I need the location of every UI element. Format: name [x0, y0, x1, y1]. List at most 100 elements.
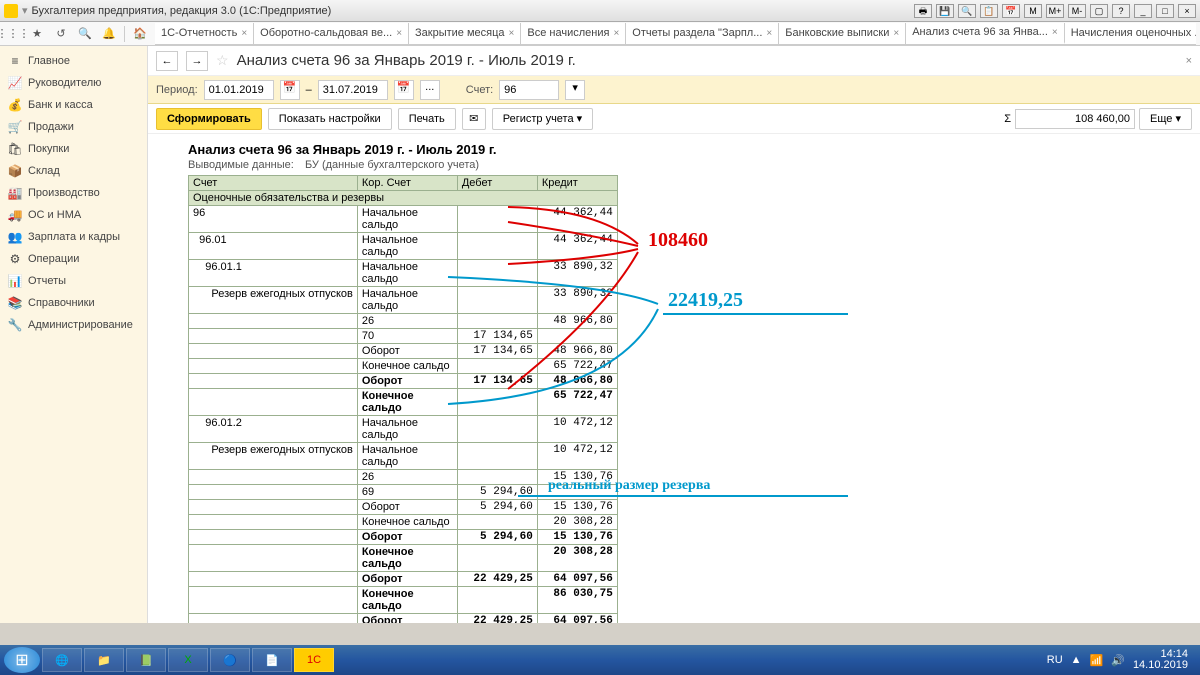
start-button[interactable]: ⊞: [4, 647, 40, 673]
tab-close-icon[interactable]: ×: [1052, 27, 1058, 38]
account-input[interactable]: [499, 80, 559, 100]
taskbar-ie-icon[interactable]: 🌐: [42, 648, 82, 672]
calendar-to-icon[interactable]: 📅: [394, 80, 414, 100]
tab-5[interactable]: Банковские выписки×: [779, 23, 906, 44]
table-row[interactable]: Резерв ежегодных отпусковНачальное сальд…: [189, 287, 618, 314]
email-button[interactable]: ✉: [462, 108, 486, 130]
table-row[interactable]: Конечное сальдо86 030,75: [189, 587, 618, 614]
close-page-icon[interactable]: ×: [1186, 55, 1192, 67]
favorite-icon[interactable]: ☆: [216, 52, 229, 69]
system-tray[interactable]: RU ▲ 📶 🔊 14:14 14.10.2019: [1047, 649, 1196, 671]
table-row[interactable]: 96.01.1Начальное сальдо33 890,32: [189, 260, 618, 287]
sidebar-item-6[interactable]: 🏭Производство: [0, 182, 147, 204]
table-row[interactable]: 2648 966,80: [189, 314, 618, 329]
taskbar-app-icon[interactable]: 📗: [126, 648, 166, 672]
m-minus-icon[interactable]: M-: [1068, 4, 1086, 18]
forward-button[interactable]: →: [186, 51, 208, 71]
print-icon[interactable]: 🖶: [914, 4, 932, 18]
m-icon[interactable]: M: [1024, 4, 1042, 18]
period-select-button[interactable]: ...: [420, 80, 440, 100]
table-row[interactable]: Оборот22 429,2564 097,56: [189, 572, 618, 587]
taskbar-app2-icon[interactable]: 📄: [252, 648, 292, 672]
home-icon[interactable]: 🏠: [131, 25, 149, 43]
table-row[interactable]: 695 294,60: [189, 485, 618, 500]
form-button[interactable]: Сформировать: [156, 108, 262, 130]
windows-taskbar[interactable]: ⊞ 🌐 📁 📗 X 🔵 📄 1C RU ▲ 📶 🔊 14:14 14.10.20…: [0, 645, 1200, 675]
sidebar-item-3[interactable]: 🛒Продажи: [0, 116, 147, 138]
table-row[interactable]: Оборот5 294,6015 130,76: [189, 530, 618, 545]
sidebar-item-12[interactable]: 🔧Администрирование: [0, 314, 147, 336]
tab-4[interactable]: Отчеты раздела "Зарпл...×: [626, 23, 779, 44]
history-icon[interactable]: ↺: [52, 25, 70, 43]
table-row[interactable]: Конечное сальдо65 722,47: [189, 359, 618, 374]
clock-date[interactable]: 14.10.2019: [1133, 660, 1188, 671]
table-row[interactable]: Конечное сальдо20 308,28: [189, 515, 618, 530]
close-icon[interactable]: ×: [1178, 4, 1196, 18]
table-row[interactable]: Оборот22 429,2564 097,56: [189, 614, 618, 624]
tab-7[interactable]: Начисления оценочных ...×: [1065, 23, 1196, 44]
search-icon[interactable]: 🔍: [76, 25, 94, 43]
settings-button[interactable]: Показать настройки: [268, 108, 392, 130]
minimize-icon[interactable]: _: [1134, 4, 1152, 18]
account-dropdown-icon[interactable]: ▾: [565, 80, 585, 100]
sidebar-item-8[interactable]: 👥Зарплата и кадры: [0, 226, 147, 248]
register-button[interactable]: Регистр учета ▾: [492, 108, 593, 130]
sidebar-item-9[interactable]: ⚙Операции: [0, 248, 147, 270]
sidebar-item-10[interactable]: 📊Отчеты: [0, 270, 147, 292]
tab-3[interactable]: Все начисления×: [521, 23, 626, 44]
sidebar-item-7[interactable]: 🚚ОС и НМА: [0, 204, 147, 226]
save-icon[interactable]: 💾: [936, 4, 954, 18]
table-row[interactable]: Оборот17 134,6548 966,80: [189, 344, 618, 359]
taskbar-1c-icon[interactable]: 1C: [294, 648, 334, 672]
window-icon[interactable]: ▢: [1090, 4, 1108, 18]
table-row[interactable]: Оборот5 294,6015 130,76: [189, 500, 618, 515]
table-row[interactable]: Конечное сальдо20 308,28: [189, 545, 618, 572]
sidebar-item-5[interactable]: 📦Склад: [0, 160, 147, 182]
sidebar-item-1[interactable]: 📈Руководителю: [0, 72, 147, 94]
tab-close-icon[interactable]: ×: [766, 28, 772, 39]
print-button[interactable]: Печать: [398, 108, 456, 130]
star-icon[interactable]: ★: [28, 25, 46, 43]
sum-field[interactable]: [1015, 109, 1135, 129]
tab-0[interactable]: 1С-Отчетность×: [155, 23, 254, 44]
report-table[interactable]: СчетКор. СчетДебетКредитОценочные обязат…: [188, 175, 618, 623]
table-row[interactable]: 7017 134,65: [189, 329, 618, 344]
date-to-input[interactable]: [318, 80, 388, 100]
tab-close-icon[interactable]: ×: [893, 28, 899, 39]
calc-icon[interactable]: 📋: [980, 4, 998, 18]
bell-icon[interactable]: 🔔: [100, 25, 118, 43]
taskbar-excel-icon[interactable]: X: [168, 648, 208, 672]
back-button[interactable]: ←: [156, 51, 178, 71]
lang-indicator[interactable]: RU: [1047, 654, 1063, 666]
date-from-input[interactable]: [204, 80, 274, 100]
help-icon[interactable]: ?: [1112, 4, 1130, 18]
sidebar-item-11[interactable]: 📚Справочники: [0, 292, 147, 314]
tab-6[interactable]: Анализ счета 96 за Янва...×: [906, 23, 1065, 44]
table-row[interactable]: Конечное сальдо65 722,47: [189, 389, 618, 416]
sidebar-item-2[interactable]: 💰Банк и касса: [0, 94, 147, 116]
tab-2[interactable]: Закрытие месяца×: [409, 23, 521, 44]
search-icon[interactable]: 🔍: [958, 4, 976, 18]
tray-network-icon[interactable]: 📶: [1090, 654, 1104, 667]
calendar-from-icon[interactable]: 📅: [280, 80, 300, 100]
more-button[interactable]: Еще ▾: [1139, 108, 1192, 130]
sidebar-item-4[interactable]: 🛍Покупки: [0, 138, 147, 160]
calendar-icon[interactable]: 📅: [1002, 4, 1020, 18]
tab-close-icon[interactable]: ×: [241, 28, 247, 39]
table-row[interactable]: Резерв ежегодных отпусковНачальное сальд…: [189, 443, 618, 470]
m-plus-icon[interactable]: M+: [1046, 4, 1064, 18]
tab-close-icon[interactable]: ×: [396, 28, 402, 39]
table-row[interactable]: 96.01.2Начальное сальдо10 472,12: [189, 416, 618, 443]
tab-close-icon[interactable]: ×: [613, 28, 619, 39]
tab-1[interactable]: Оборотно-сальдовая ве...×: [254, 23, 409, 44]
sidebar-item-0[interactable]: ≡Главное: [0, 50, 147, 72]
apps-icon[interactable]: ⋮⋮⋮: [4, 25, 22, 43]
tab-close-icon[interactable]: ×: [509, 28, 515, 39]
table-row[interactable]: 2615 130,76: [189, 470, 618, 485]
dropdown-icon[interactable]: ▾: [22, 4, 28, 17]
table-row[interactable]: Оборот17 134,6548 966,80: [189, 374, 618, 389]
tray-flag-icon[interactable]: ▲: [1071, 654, 1082, 666]
taskbar-explorer-icon[interactable]: 📁: [84, 648, 124, 672]
table-row[interactable]: 96.01Начальное сальдо44 362,44: [189, 233, 618, 260]
maximize-icon[interactable]: □: [1156, 4, 1174, 18]
